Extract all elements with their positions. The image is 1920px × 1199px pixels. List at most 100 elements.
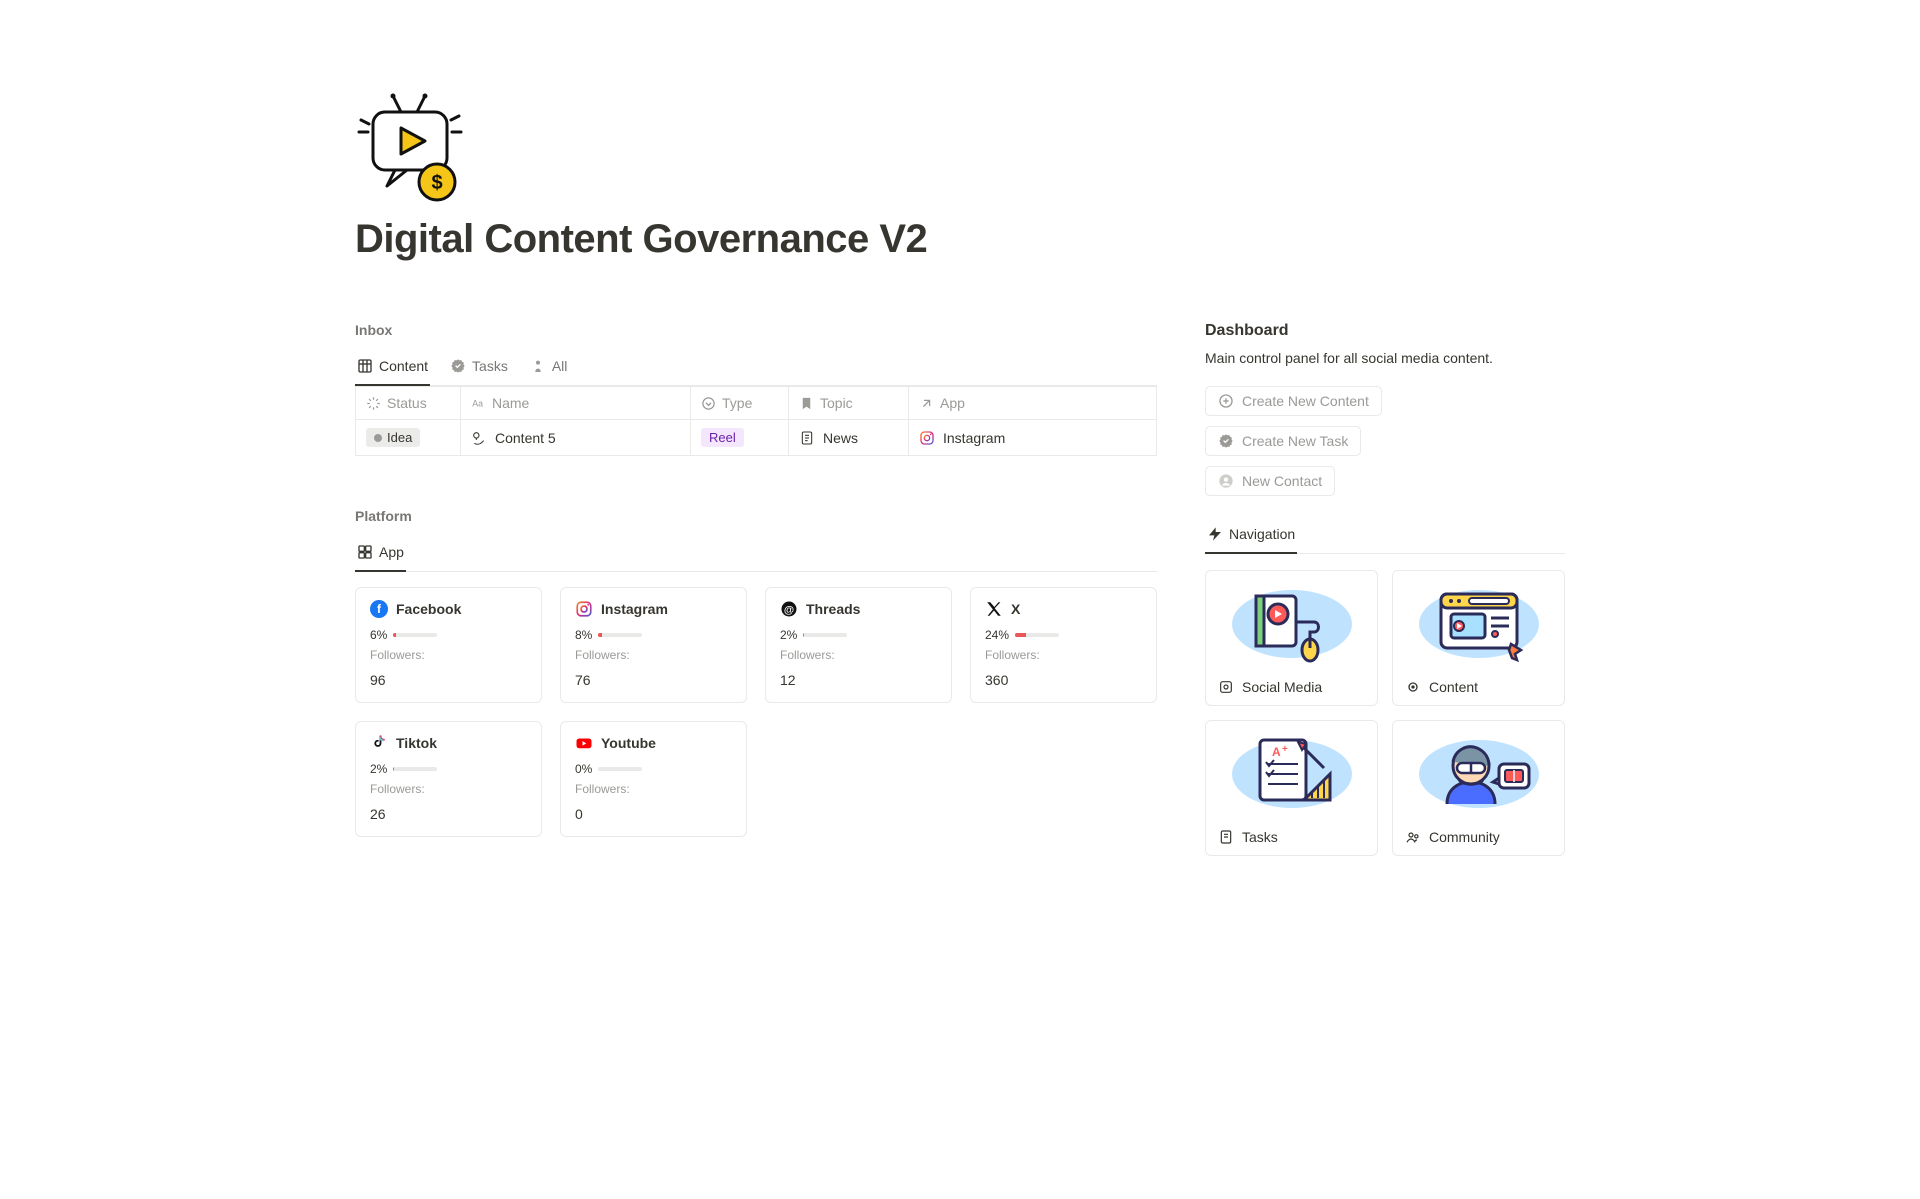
platform-cards: f Facebook 6% Followers: 96 Instagram 8% Follow…	[355, 587, 1157, 837]
col-topic[interactable]: Topic	[789, 387, 909, 420]
x-icon	[985, 600, 1003, 618]
svg-text:A: A	[1272, 745, 1281, 759]
topic-text: News	[823, 430, 858, 446]
nav-card[interactable]: Social Media	[1205, 570, 1378, 706]
news-icon	[799, 430, 815, 446]
instagram-icon	[919, 430, 935, 446]
youtube-icon	[575, 734, 593, 752]
table-row[interactable]: Idea Content 5 Reel News	[356, 420, 1157, 456]
svg-text:Aa: Aa	[472, 398, 483, 408]
threads-icon: @	[780, 600, 798, 618]
svg-text:$: $	[431, 172, 442, 194]
page-hero-icon: $	[355, 90, 1565, 205]
new-contact-button[interactable]: New Contact	[1205, 466, 1335, 496]
facebook-icon: f	[370, 600, 388, 618]
pawn-icon	[530, 358, 546, 374]
platform-card[interactable]: X24% Followers: 360	[970, 587, 1157, 703]
tab-content[interactable]: Content	[355, 352, 430, 386]
inbox-label: Inbox	[355, 322, 1157, 338]
platform-card-name: Instagram	[601, 601, 668, 617]
tab-tasks-label: Tasks	[472, 358, 508, 374]
bookmark-icon	[799, 396, 814, 411]
nav-card-text: Community	[1429, 829, 1500, 845]
followers-value: 360	[985, 672, 1142, 688]
badge-check-icon	[450, 358, 466, 374]
page-title: Digital Content Governance V2	[355, 217, 1565, 262]
platform-card-name: Tiktok	[396, 735, 437, 751]
nav-card-icon	[1405, 679, 1421, 695]
followers-value: 76	[575, 672, 732, 688]
platform-card-name: Youtube	[601, 735, 656, 751]
platform-card[interactable]: Youtube0%Followers:0	[560, 721, 747, 837]
navigation-tabs: Navigation	[1205, 520, 1565, 554]
platform-card-name: Threads	[806, 601, 860, 617]
tab-app-label: App	[379, 544, 404, 560]
user-circle-icon	[1218, 473, 1234, 489]
inbox-table: Status AaName Type Topic App Idea	[355, 386, 1157, 456]
progress-bar	[598, 767, 642, 771]
col-status[interactable]: Status	[356, 387, 461, 420]
app-text: Instagram	[943, 430, 1005, 446]
lightbulb-hand-icon	[471, 430, 487, 446]
followers-label: Followers:	[985, 648, 1142, 662]
platform-card-name: X	[1011, 601, 1020, 617]
platform-card-name: Facebook	[396, 601, 461, 617]
platform-card-pct: 2%	[370, 762, 387, 776]
board-icon	[357, 358, 373, 374]
col-app[interactable]: App	[909, 387, 1157, 420]
chevron-circle-down-icon	[701, 396, 716, 411]
nav-card-text: Tasks	[1242, 829, 1278, 845]
loading-icon	[366, 396, 381, 411]
nav-card[interactable]: Community	[1392, 720, 1565, 856]
create-new-content-button[interactable]: Create New Content	[1205, 386, 1382, 416]
inbox-tabs: Content Tasks All	[355, 352, 1157, 386]
tab-all-label: All	[552, 358, 568, 374]
nav-card-icon	[1218, 679, 1234, 695]
platform-card-pct: 24%	[985, 628, 1009, 642]
lightning-icon	[1207, 526, 1223, 542]
col-name[interactable]: AaName	[461, 387, 691, 420]
tab-all[interactable]: All	[528, 352, 570, 386]
create-new-task-button[interactable]: Create New Task	[1205, 426, 1361, 456]
platform-card[interactable]: Tiktok2%Followers:26	[355, 721, 542, 837]
arrow-up-right-icon	[919, 396, 934, 411]
nav-card-illustration	[1393, 571, 1564, 669]
platform-card-pct: 8%	[575, 628, 592, 642]
tiktok-icon	[370, 734, 388, 752]
followers-value: 12	[780, 672, 937, 688]
row-name-text: Content 5	[495, 430, 556, 446]
platform-card-pct: 2%	[780, 628, 797, 642]
platform-card[interactable]: @ Threads 2% Followers: 12	[765, 587, 952, 703]
followers-label: Followers:	[780, 648, 937, 662]
nav-card-icon	[1218, 829, 1234, 845]
nav-card[interactable]: Content	[1392, 570, 1565, 706]
progress-bar	[393, 767, 437, 771]
followers-value: 26	[370, 806, 527, 822]
progress-bar	[598, 633, 642, 637]
nav-card-text: Content	[1429, 679, 1478, 695]
nav-card[interactable]: A+ Tasks	[1205, 720, 1378, 856]
followers-label: Followers:	[370, 648, 527, 662]
progress-bar	[393, 633, 437, 637]
tab-content-label: Content	[379, 358, 428, 374]
nav-card-icon	[1405, 829, 1421, 845]
progress-bar	[803, 633, 847, 637]
type-pill: Reel	[701, 428, 744, 447]
gallery-icon	[357, 544, 373, 560]
tab-navigation[interactable]: Navigation	[1205, 520, 1297, 554]
svg-text:@: @	[784, 604, 794, 616]
platform-label: Platform	[355, 508, 1157, 524]
platform-card[interactable]: f Facebook 6% Followers: 96	[355, 587, 542, 703]
followers-value: 96	[370, 672, 527, 688]
badge-check-icon	[1218, 433, 1234, 449]
platform-card-pct: 6%	[370, 628, 387, 642]
plus-circle-icon	[1218, 393, 1234, 409]
tab-tasks[interactable]: Tasks	[448, 352, 510, 386]
followers-label: Followers:	[575, 648, 732, 662]
svg-text:+: +	[1282, 744, 1288, 755]
tab-app[interactable]: App	[355, 538, 406, 572]
platform-card[interactable]: Instagram 8% Followers: 76	[560, 587, 747, 703]
platform-tabs: App	[355, 538, 1157, 572]
col-type[interactable]: Type	[691, 387, 789, 420]
followers-value: 0	[575, 806, 732, 822]
